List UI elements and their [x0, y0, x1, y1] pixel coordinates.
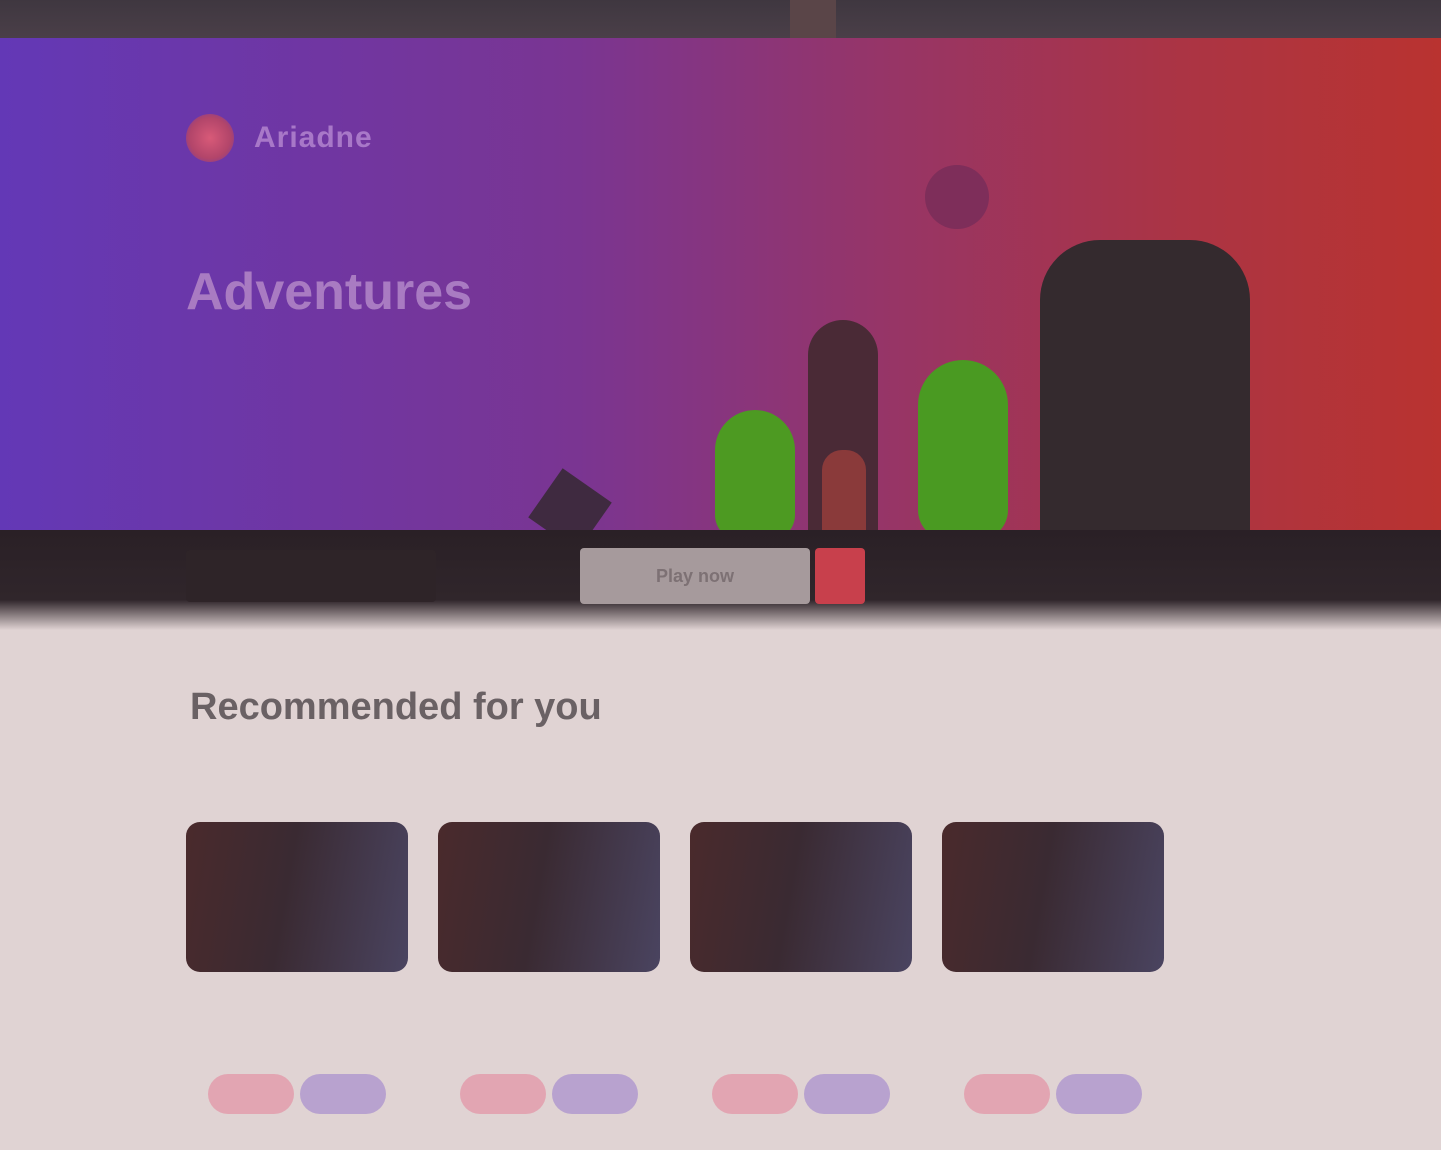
card-tag[interactable] [712, 1074, 798, 1114]
card-thumbnail[interactable] [438, 822, 660, 972]
card-grid [186, 822, 1164, 1142]
game-card[interactable] [690, 822, 912, 1142]
door-illustration [1040, 240, 1250, 550]
play-now-button[interactable]: Play now [580, 548, 810, 604]
game-card[interactable] [438, 822, 660, 1142]
card-tag[interactable] [300, 1074, 386, 1114]
hero-title: Adventures [186, 263, 473, 321]
primary-cta-button[interactable] [186, 550, 436, 602]
card-tags [712, 1074, 890, 1114]
logo-circle-icon [186, 114, 234, 162]
cta-badge-icon[interactable] [815, 548, 865, 604]
card-tag[interactable] [208, 1074, 294, 1114]
card-tags [208, 1074, 386, 1114]
card-thumbnail[interactable] [186, 822, 408, 972]
card-tags [964, 1074, 1142, 1114]
card-thumbnail[interactable] [942, 822, 1164, 972]
hero-banner: Ariadne Adventures [0, 38, 1441, 558]
card-tag[interactable] [552, 1074, 638, 1114]
card-tag[interactable] [804, 1074, 890, 1114]
card-tag[interactable] [964, 1074, 1050, 1114]
brand-name: Ariadne [254, 121, 373, 154]
moon-illustration [925, 165, 989, 229]
card-tag[interactable] [1056, 1074, 1142, 1114]
top-bar [0, 0, 1441, 38]
top-bar-tab[interactable] [790, 0, 836, 38]
game-card[interactable] [186, 822, 408, 1142]
card-tag[interactable] [460, 1074, 546, 1114]
brand-logo[interactable]: Ariadne [186, 114, 373, 162]
green-creature-small-illustration [715, 410, 795, 540]
section-title: Recommended for you [190, 686, 602, 728]
game-card[interactable] [942, 822, 1164, 1142]
card-thumbnail[interactable] [690, 822, 912, 972]
green-creature-illustration [918, 360, 1008, 540]
card-tags [460, 1074, 638, 1114]
